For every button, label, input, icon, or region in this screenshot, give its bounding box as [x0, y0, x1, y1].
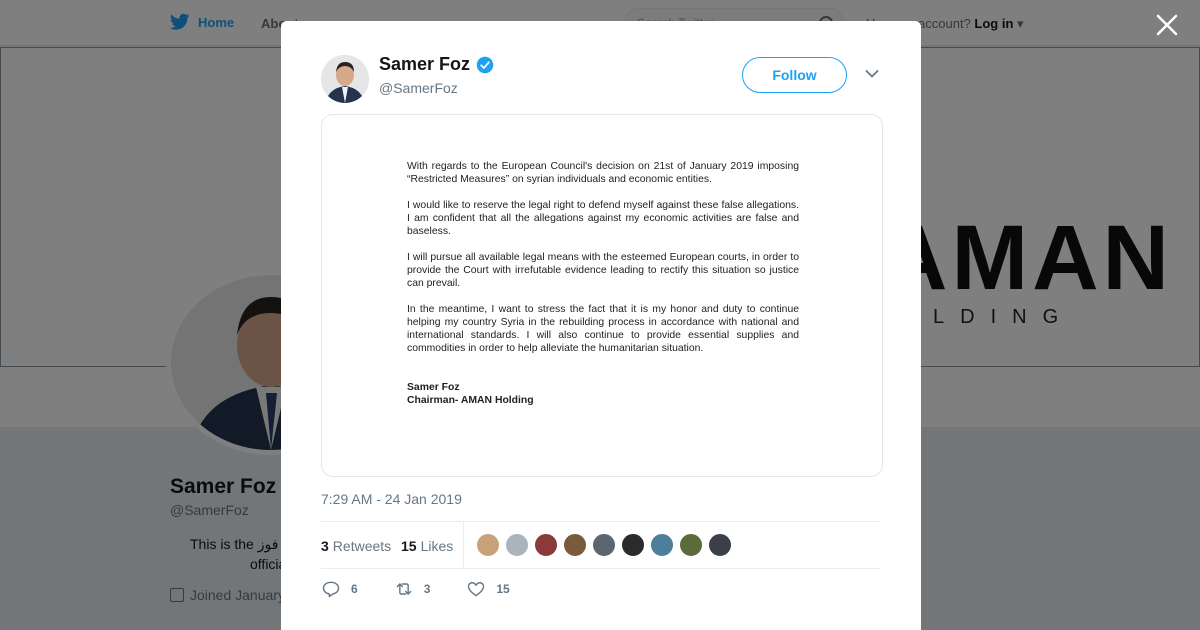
- retweet-button[interactable]: 3: [394, 579, 431, 599]
- tweet-stats: 3 Retweets 15 Likes: [321, 521, 881, 569]
- like-count: 15: [496, 582, 510, 596]
- stats-divider: [463, 522, 464, 569]
- heart-icon: [468, 582, 485, 597]
- author-name[interactable]: Samer Foz: [379, 54, 494, 75]
- chevron-down-icon[interactable]: [865, 69, 879, 79]
- likes-count: 15: [401, 538, 417, 554]
- retweets-label: Retweets: [332, 538, 392, 554]
- statement-paragraph-4: In the meantime, I want to stress the fa…: [407, 304, 799, 354]
- likes-label: Likes: [420, 538, 454, 554]
- liker-avatar[interactable]: [679, 533, 703, 557]
- retweet-icon: [396, 583, 412, 595]
- signature-name: Samer Foz: [407, 382, 460, 393]
- tweet-timestamp[interactable]: 7:29 AM - 24 Jan 2019: [321, 491, 462, 507]
- liker-avatar[interactable]: [505, 533, 529, 557]
- statement-paragraph-3: I will pursue all available legal means …: [407, 252, 799, 289]
- statement-document: With regards to the European Council's d…: [407, 160, 799, 407]
- liker-avatars: [476, 533, 732, 557]
- author-handle[interactable]: @SamerFoz: [379, 80, 458, 96]
- liker-avatar[interactable]: [650, 533, 674, 557]
- likes-stat[interactable]: 15 Likes: [401, 538, 453, 554]
- liker-avatar[interactable]: [621, 533, 645, 557]
- liker-avatar[interactable]: [592, 533, 616, 557]
- follow-button[interactable]: Follow: [742, 57, 847, 93]
- author-avatar-photo: [321, 55, 369, 103]
- reply-button[interactable]: 6: [321, 579, 358, 599]
- statement-paragraph-2: I would like to reserve the legal right …: [407, 200, 799, 237]
- liker-avatar[interactable]: [476, 533, 500, 557]
- like-button[interactable]: 15: [466, 579, 510, 599]
- signature-title: Chairman- AMAN Holding: [407, 395, 534, 406]
- verified-badge-icon: [476, 56, 494, 73]
- retweets-stat[interactable]: 3 Retweets: [321, 538, 391, 554]
- statement-paragraph-1: With regards to the European Council's d…: [407, 161, 799, 185]
- liker-avatar[interactable]: [708, 533, 732, 557]
- liker-avatar[interactable]: [534, 533, 558, 557]
- tweet-actions: 6 3 15: [321, 579, 546, 599]
- author-avatar[interactable]: [321, 55, 369, 103]
- retweet-count: 3: [423, 582, 431, 596]
- liker-avatar[interactable]: [563, 533, 587, 557]
- reply-count: 6: [351, 582, 358, 596]
- close-icon[interactable]: [1152, 10, 1182, 40]
- author-name-text: Samer Foz: [379, 54, 471, 74]
- reply-icon: [322, 581, 340, 598]
- retweets-count: 3: [321, 538, 329, 554]
- tweet-modal: Samer Foz @SamerFoz Follow With regards …: [281, 21, 921, 630]
- tweet-image[interactable]: With regards to the European Council's d…: [321, 114, 883, 477]
